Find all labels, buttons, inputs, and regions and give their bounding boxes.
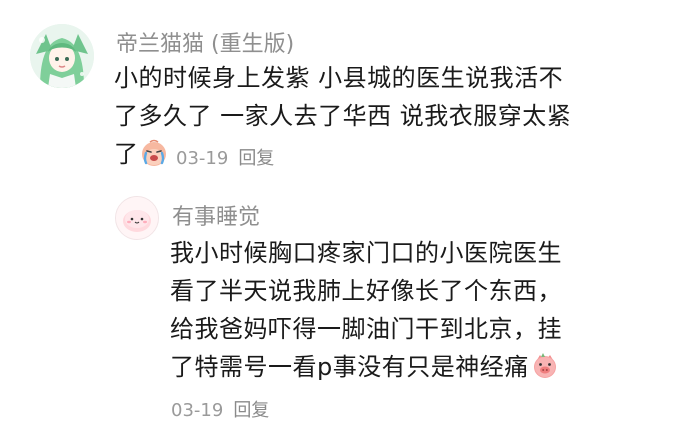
- avatar[interactable]: [30, 24, 94, 88]
- comment-text-line: 了: [114, 140, 138, 168]
- comment-meta: 03-19 回复: [171, 399, 269, 423]
- comment-date: 03-19: [176, 148, 229, 169]
- comment-text-line: 我小时候胸口疼家门口的小医院医生: [170, 239, 562, 267]
- comment-text-last-line: 了: [114, 135, 168, 173]
- username[interactable]: 有事睡觉: [172, 199, 260, 231]
- pink-bun-avatar-icon: [116, 197, 158, 239]
- avatar[interactable]: [115, 196, 159, 240]
- comment-text-line: 给我爸妈吓得一脚油门干到北京，挂: [170, 315, 562, 343]
- comment-text-line: 看了半天说我肺上好像长了个东西，: [170, 277, 562, 305]
- comment-text: 我小时候胸口疼家门口的小医院医生 看了半天说我肺上好像长了个东西， 给我爸妈吓得…: [170, 234, 562, 386]
- username[interactable]: 帝兰猫猫 (重生版): [116, 26, 294, 58]
- reply-button[interactable]: 回复: [238, 148, 274, 169]
- pig-face-icon: [531, 352, 559, 380]
- comment-meta: 03-19 回复: [176, 147, 274, 171]
- comment-text-line: 小的时候身上发紫 小县城的医生说我活不: [114, 64, 564, 92]
- comment-text-line-with-emoji: 了特需号一看p事没有只是神经痛: [170, 348, 562, 386]
- comment-text-line: 了多久了 一家人去了华西 说我衣服穿太紧: [114, 102, 572, 130]
- comment-text-line: 了特需号一看p事没有只是神经痛: [170, 353, 529, 381]
- reply-button[interactable]: 回复: [233, 400, 269, 421]
- anime-girl-avatar-icon: [30, 24, 94, 88]
- comment-date: 03-19: [171, 400, 224, 421]
- crying-face-icon: [140, 139, 168, 167]
- comment-text: 小的时候身上发紫 小县城的医生说我活不 了多久了 一家人去了华西 说我衣服穿太紧: [114, 59, 571, 135]
